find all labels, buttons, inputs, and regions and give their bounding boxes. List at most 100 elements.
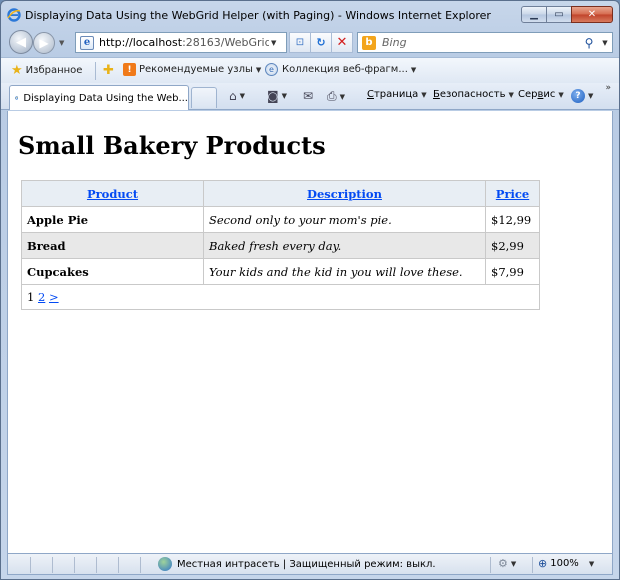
- page-menu-mnemonic: С: [367, 89, 374, 100]
- suggested-sites-icon: !: [123, 63, 136, 76]
- title-bar: Displaying Data Using the WebGrid Helper…: [1, 1, 619, 27]
- cell-product: Apple Pie: [21, 206, 204, 233]
- cell-price: $12,99: [485, 206, 540, 233]
- safety-menu-label: езопасность: [439, 89, 506, 100]
- help-button[interactable]: ? ▼: [571, 89, 593, 103]
- status-separator: [140, 557, 141, 573]
- chevron-down-icon: ▼: [339, 92, 345, 101]
- printer-icon: ⎙: [327, 89, 337, 103]
- web-slice-icon: e: [265, 63, 278, 76]
- pager: 1 2 >: [21, 284, 540, 310]
- intranet-globe-icon: [158, 557, 172, 571]
- security-zone[interactable]: Местная интрасеть | Защищенный режим: вы…: [158, 557, 436, 571]
- chevron-down-icon: ▼: [508, 90, 514, 99]
- chevron-down-icon: ▼: [410, 65, 417, 74]
- suggested-sites-button[interactable]: ! Рекомендуемые узлы ▼: [123, 63, 261, 76]
- zoom-level: 100%: [550, 558, 579, 569]
- address-field[interactable]: e http://localhost:28163/WebGridPagir ▼: [75, 32, 287, 53]
- web-slice-gallery-button[interactable]: e Коллекция веб-фрагм... ▼: [265, 63, 416, 76]
- home-button[interactable]: ⌂ ▼: [229, 89, 245, 103]
- ie-logo-icon: [15, 96, 19, 100]
- zoom-button[interactable]: ⊕ 100% ▼: [538, 557, 594, 570]
- chevron-down-icon: ▼: [558, 90, 564, 99]
- search-placeholder: Bing: [382, 36, 407, 49]
- stop-icon: ✕: [336, 35, 348, 50]
- table-row: Cupcakes Your kids and the kid in you wi…: [21, 258, 540, 285]
- maximize-button[interactable]: ▭: [546, 6, 572, 23]
- mail-icon: ✉: [303, 89, 314, 103]
- sort-description-link[interactable]: Description: [307, 187, 382, 201]
- more-commands-icon[interactable]: »: [605, 83, 611, 93]
- refresh-button[interactable]: ↻: [310, 32, 332, 53]
- safety-menu[interactable]: Безопасность ▼: [433, 89, 514, 100]
- favorites-button[interactable]: ★ Избранное: [11, 63, 82, 78]
- suggested-sites-label: Рекомендуемые узлы: [139, 64, 253, 75]
- recent-pages-dropdown[interactable]: ▼: [59, 39, 64, 47]
- page-content: Small Bakery Products Product Descriptio…: [7, 111, 613, 553]
- sort-product-link[interactable]: Product: [87, 187, 138, 201]
- read-mail-button[interactable]: ✉: [303, 89, 313, 103]
- page-menu[interactable]: Страница ▼: [367, 89, 427, 100]
- status-separator: [490, 557, 491, 573]
- favorites-separator: [95, 62, 96, 80]
- forward-button[interactable]: ▶: [33, 32, 55, 54]
- cell-description: Baked fresh every day.: [203, 232, 486, 259]
- cell-price: $7,99: [485, 258, 540, 285]
- compatibility-view-button[interactable]: ⊡: [289, 32, 311, 53]
- chevron-down-icon: ▼: [255, 65, 262, 74]
- status-separator: [532, 557, 533, 573]
- close-icon: ✕: [587, 9, 597, 20]
- search-field[interactable]: b Bing ⚲ ▼: [357, 32, 613, 53]
- page-icon: e: [80, 35, 94, 50]
- back-arrow-icon: ◀: [16, 34, 26, 50]
- ie-logo-icon: [7, 8, 21, 22]
- sort-price-link[interactable]: Price: [496, 187, 529, 201]
- stop-button[interactable]: ✕: [331, 32, 353, 53]
- rss-icon: ◙: [267, 89, 279, 103]
- page-title: Small Bakery Products: [18, 131, 326, 160]
- address-url[interactable]: http://localhost:28163/WebGridPagir: [99, 36, 269, 49]
- status-separator: [30, 557, 31, 573]
- pager-next-link[interactable]: >: [49, 290, 59, 304]
- favorites-star-icon: ★: [11, 63, 23, 78]
- tracking-protection-icon: ⚙: [498, 557, 508, 570]
- print-button[interactable]: ⎙ ▼: [327, 89, 345, 104]
- pager-page-2-link[interactable]: 2: [38, 290, 45, 304]
- safety-menu-mnemonic: Б: [433, 89, 440, 100]
- search-dropdown[interactable]: ▼: [598, 39, 612, 47]
- favorites-bar: ★ Избранное ✚ ! Рекомендуемые узлы ▼ e К…: [1, 57, 619, 83]
- bing-icon: b: [362, 35, 376, 50]
- compatibility-icon: ⊡: [295, 37, 305, 48]
- new-tab-button[interactable]: [191, 87, 217, 108]
- cell-product: Cupcakes: [21, 258, 204, 285]
- column-header-description: Description: [203, 180, 486, 207]
- refresh-icon: ↻: [316, 36, 326, 49]
- pager-row: 1 2 >: [21, 284, 540, 310]
- caption-buttons: ▁ ▭ ✕: [521, 6, 613, 23]
- search-icon[interactable]: ⚲: [580, 36, 598, 50]
- tab-active[interactable]: Displaying Data Using the Web...: [9, 85, 189, 110]
- page-menu-label: траница: [373, 89, 419, 100]
- favorites-label: Избранное: [25, 65, 83, 76]
- cell-price: $2,99: [485, 232, 540, 259]
- chevron-down-icon: ▼: [510, 559, 517, 568]
- forward-arrow-icon: ▶: [39, 36, 49, 50]
- address-dropdown[interactable]: ▼: [271, 39, 276, 47]
- minimize-button[interactable]: ▁: [521, 6, 547, 23]
- address-tools: ⊡ ↻ ✕: [289, 32, 353, 53]
- back-button[interactable]: ◀: [9, 30, 33, 54]
- zone-text: Местная интрасеть | Защищенный режим: вы…: [177, 558, 436, 570]
- feeds-button[interactable]: ◙ ▼: [267, 89, 287, 103]
- tools-menu[interactable]: Сер в ис ▼: [518, 89, 564, 100]
- add-to-favorites-bar-button[interactable]: ✚: [103, 63, 114, 78]
- status-bar: Местная интрасеть | Защищенный режим: вы…: [7, 553, 613, 575]
- tracking-button[interactable]: ⚙ ▼: [498, 557, 516, 570]
- window-title: Displaying Data Using the WebGrid Helper…: [25, 9, 491, 22]
- chevron-down-icon: ▼: [281, 92, 288, 100]
- maximize-icon: ▭: [554, 9, 564, 20]
- table-row: Bread Baked fresh every day. $2,99: [21, 232, 540, 259]
- chevron-down-icon: ▼: [588, 92, 594, 100]
- close-button[interactable]: ✕: [571, 6, 613, 23]
- chevron-down-icon: ▼: [588, 559, 595, 568]
- tab-command-bar: Displaying Data Using the Web... ⌂ ▼ ◙ ▼ ✉…: [1, 83, 619, 110]
